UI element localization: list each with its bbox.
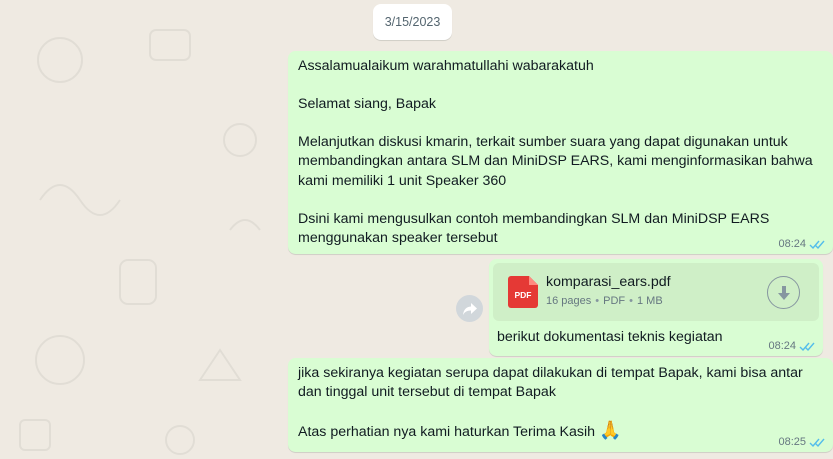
double-check-read-icon — [799, 342, 815, 351]
double-check-read-icon — [809, 240, 825, 249]
document-card[interactable]: PDF komparasi_ears.pdf 16 pages • PDF • … — [493, 263, 819, 321]
date-separator: 3/15/2023 — [373, 4, 452, 40]
forward-button[interactable] — [456, 295, 483, 322]
outgoing-message[interactable]: jika sekiranya kegiatan serupa dapat dil… — [288, 358, 833, 452]
message-text: jika sekiranya kegiatan serupa dapat dil… — [298, 365, 807, 441]
download-button[interactable] — [767, 276, 800, 309]
pdf-file-icon: PDF — [508, 276, 538, 308]
date-label: 3/15/2023 — [384, 15, 441, 29]
document-type: PDF — [603, 295, 626, 307]
double-check-read-icon — [809, 438, 825, 447]
message-time: 08:24 — [778, 238, 806, 250]
meta-separator: • — [629, 295, 633, 307]
forward-icon — [462, 302, 477, 315]
document-size: 1 MB — [636, 295, 663, 307]
message-time: 08:25 — [778, 436, 806, 448]
meta-separator: • — [595, 295, 600, 307]
download-icon — [777, 285, 790, 300]
document-meta: 16 pages • PDF • 1 MB — [546, 295, 663, 307]
folded-hands-emoji: 🙏 — [599, 420, 622, 441]
pdf-badge-label: PDF — [515, 290, 532, 300]
message-meta: 08:25 — [778, 436, 825, 448]
message-meta: 08:24 — [778, 238, 825, 250]
message-time: 08:24 — [768, 340, 796, 352]
outgoing-document-message[interactable]: PDF komparasi_ears.pdf 16 pages • PDF • … — [489, 259, 823, 356]
message-meta: 08:24 — [768, 340, 815, 352]
outgoing-message[interactable]: Assalamualaikum warahmatullahi wabarakat… — [288, 51, 833, 254]
document-caption: berikut dokumentasi teknis kegiatan — [497, 329, 723, 345]
message-text: Assalamualaikum warahmatullahi wabarakat… — [298, 58, 817, 246]
document-name: komparasi_ears.pdf — [546, 274, 671, 290]
document-pages: 16 pages — [546, 295, 592, 307]
